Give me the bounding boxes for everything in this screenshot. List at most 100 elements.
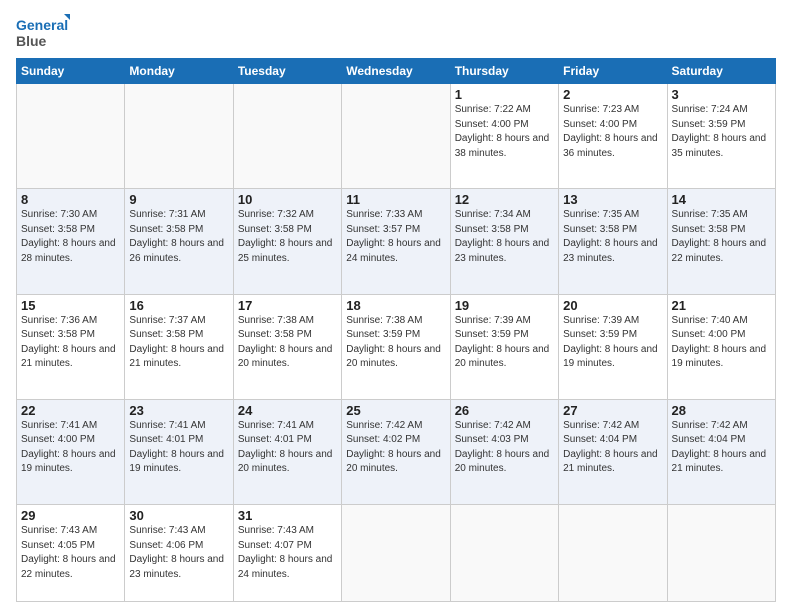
day-number: 15 [21,298,120,313]
table-row [342,505,450,602]
day-number: 2 [563,87,662,102]
page: General Blue Sunday Monday Tuesday Wedne… [0,0,792,612]
table-row: 10 Sunrise: 7:32 AM Sunset: 3:58 PM Dayl… [233,189,341,294]
svg-text:General: General [16,17,68,33]
day-info: Sunrise: 7:33 AM Sunset: 3:57 PM Dayligh… [346,208,445,266]
day-number: 28 [672,403,771,418]
logo-icon: General Blue [16,12,70,52]
col-tuesday: Tuesday [233,59,341,84]
day-number: 27 [563,403,662,418]
table-row: 29 Sunrise: 7:43 AM Sunset: 4:05 PM Dayl… [17,505,125,602]
day-number: 20 [563,298,662,313]
table-row: 19 Sunrise: 7:39 AM Sunset: 3:59 PM Dayl… [450,294,558,399]
table-row [17,84,125,189]
day-number: 25 [346,403,445,418]
table-row: 24 Sunrise: 7:41 AM Sunset: 4:01 PM Dayl… [233,399,341,504]
table-row: 23 Sunrise: 7:41 AM Sunset: 4:01 PM Dayl… [125,399,233,504]
calendar-week-row: 1 Sunrise: 7:22 AM Sunset: 4:00 PM Dayli… [17,84,776,189]
table-row: 18 Sunrise: 7:38 AM Sunset: 3:59 PM Dayl… [342,294,450,399]
table-row: 17 Sunrise: 7:38 AM Sunset: 3:58 PM Dayl… [233,294,341,399]
col-thursday: Thursday [450,59,558,84]
day-number: 8 [21,192,120,207]
calendar-week-row: 8 Sunrise: 7:30 AM Sunset: 3:58 PM Dayli… [17,189,776,294]
day-number: 26 [455,403,554,418]
day-number: 23 [129,403,228,418]
table-row: 15 Sunrise: 7:36 AM Sunset: 3:58 PM Dayl… [17,294,125,399]
table-row: 26 Sunrise: 7:42 AM Sunset: 4:03 PM Dayl… [450,399,558,504]
table-row [233,84,341,189]
col-friday: Friday [559,59,667,84]
day-info: Sunrise: 7:39 AM Sunset: 3:59 PM Dayligh… [563,314,662,372]
day-info: Sunrise: 7:22 AM Sunset: 4:00 PM Dayligh… [455,103,554,161]
day-info: Sunrise: 7:35 AM Sunset: 3:58 PM Dayligh… [563,208,662,266]
day-info: Sunrise: 7:38 AM Sunset: 3:59 PM Dayligh… [346,314,445,372]
table-row [125,84,233,189]
calendar-week-row: 22 Sunrise: 7:41 AM Sunset: 4:00 PM Dayl… [17,399,776,504]
header: General Blue [16,12,776,52]
table-row: 14 Sunrise: 7:35 AM Sunset: 3:58 PM Dayl… [667,189,775,294]
day-info: Sunrise: 7:43 AM Sunset: 4:07 PM Dayligh… [238,524,337,582]
day-info: Sunrise: 7:32 AM Sunset: 3:58 PM Dayligh… [238,208,337,266]
day-number: 22 [21,403,120,418]
table-row [342,84,450,189]
day-number: 14 [672,192,771,207]
day-number: 12 [455,192,554,207]
calendar-table: Sunday Monday Tuesday Wednesday Thursday… [16,58,776,602]
day-number: 21 [672,298,771,313]
table-row: 28 Sunrise: 7:42 AM Sunset: 4:04 PM Dayl… [667,399,775,504]
day-number: 16 [129,298,228,313]
day-info: Sunrise: 7:38 AM Sunset: 3:58 PM Dayligh… [238,314,337,372]
day-number: 30 [129,508,228,523]
day-number: 3 [672,87,771,102]
day-info: Sunrise: 7:30 AM Sunset: 3:58 PM Dayligh… [21,208,120,266]
table-row: 1 Sunrise: 7:22 AM Sunset: 4:00 PM Dayli… [450,84,558,189]
day-info: Sunrise: 7:42 AM Sunset: 4:03 PM Dayligh… [455,419,554,477]
day-info: Sunrise: 7:42 AM Sunset: 4:02 PM Dayligh… [346,419,445,477]
table-row: 20 Sunrise: 7:39 AM Sunset: 3:59 PM Dayl… [559,294,667,399]
table-row: 13 Sunrise: 7:35 AM Sunset: 3:58 PM Dayl… [559,189,667,294]
table-row: 30 Sunrise: 7:43 AM Sunset: 4:06 PM Dayl… [125,505,233,602]
day-info: Sunrise: 7:36 AM Sunset: 3:58 PM Dayligh… [21,314,120,372]
day-info: Sunrise: 7:43 AM Sunset: 4:06 PM Dayligh… [129,524,228,582]
day-info: Sunrise: 7:43 AM Sunset: 4:05 PM Dayligh… [21,524,120,582]
day-info: Sunrise: 7:31 AM Sunset: 3:58 PM Dayligh… [129,208,228,266]
table-row: 25 Sunrise: 7:42 AM Sunset: 4:02 PM Dayl… [342,399,450,504]
svg-text:Blue: Blue [16,33,47,49]
day-info: Sunrise: 7:42 AM Sunset: 4:04 PM Dayligh… [563,419,662,477]
day-number: 18 [346,298,445,313]
logo: General Blue [16,12,70,52]
day-number: 1 [455,87,554,102]
table-row: 9 Sunrise: 7:31 AM Sunset: 3:58 PM Dayli… [125,189,233,294]
calendar-week-row: 15 Sunrise: 7:36 AM Sunset: 3:58 PM Dayl… [17,294,776,399]
col-saturday: Saturday [667,59,775,84]
day-info: Sunrise: 7:24 AM Sunset: 3:59 PM Dayligh… [672,103,771,161]
day-number: 29 [21,508,120,523]
table-row: 21 Sunrise: 7:40 AM Sunset: 4:00 PM Dayl… [667,294,775,399]
table-row [667,505,775,602]
day-info: Sunrise: 7:39 AM Sunset: 3:59 PM Dayligh… [455,314,554,372]
table-row: 2 Sunrise: 7:23 AM Sunset: 4:00 PM Dayli… [559,84,667,189]
table-row: 16 Sunrise: 7:37 AM Sunset: 3:58 PM Dayl… [125,294,233,399]
day-info: Sunrise: 7:37 AM Sunset: 3:58 PM Dayligh… [129,314,228,372]
day-info: Sunrise: 7:40 AM Sunset: 4:00 PM Dayligh… [672,314,771,372]
table-row: 27 Sunrise: 7:42 AM Sunset: 4:04 PM Dayl… [559,399,667,504]
day-info: Sunrise: 7:23 AM Sunset: 4:00 PM Dayligh… [563,103,662,161]
day-number: 19 [455,298,554,313]
col-wednesday: Wednesday [342,59,450,84]
calendar-header-row: Sunday Monday Tuesday Wednesday Thursday… [17,59,776,84]
table-row: 11 Sunrise: 7:33 AM Sunset: 3:57 PM Dayl… [342,189,450,294]
calendar-week-row: 29 Sunrise: 7:43 AM Sunset: 4:05 PM Dayl… [17,505,776,602]
table-row: 22 Sunrise: 7:41 AM Sunset: 4:00 PM Dayl… [17,399,125,504]
day-number: 13 [563,192,662,207]
table-row: 31 Sunrise: 7:43 AM Sunset: 4:07 PM Dayl… [233,505,341,602]
day-info: Sunrise: 7:41 AM Sunset: 4:01 PM Dayligh… [238,419,337,477]
col-sunday: Sunday [17,59,125,84]
day-number: 9 [129,192,228,207]
table-row [450,505,558,602]
table-row [559,505,667,602]
day-number: 31 [238,508,337,523]
day-number: 11 [346,192,445,207]
table-row: 8 Sunrise: 7:30 AM Sunset: 3:58 PM Dayli… [17,189,125,294]
col-monday: Monday [125,59,233,84]
day-info: Sunrise: 7:42 AM Sunset: 4:04 PM Dayligh… [672,419,771,477]
